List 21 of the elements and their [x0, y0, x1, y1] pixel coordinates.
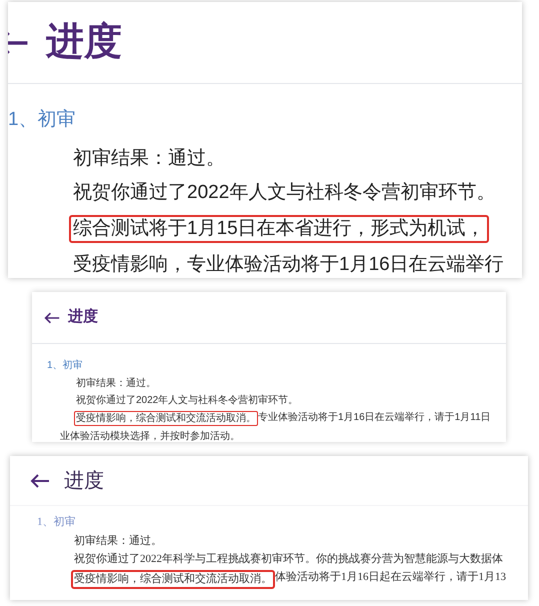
highlighted-text: 综合测试将于1月15日在本省进行，形式为机试，: [69, 214, 489, 242]
body-text: 受疫情影响，专业体验活动将于1月16日在云端举行: [73, 252, 504, 276]
body-text: 祝贺你通过了2022年人文与社科冬令营初审环节。: [73, 180, 496, 204]
section-heading: 1、初审: [8, 108, 77, 132]
body-text: 体验活动将于1月16日起在云端举行，请于1月13: [275, 570, 506, 584]
highlighted-text: 受疫情影响，综合测试和交流活动取消。: [74, 411, 258, 426]
body-text: 专业体验活动将于1月16日在云端举行，请于1月11日: [258, 411, 491, 425]
back-arrow-icon[interactable]: [44, 312, 60, 324]
back-arrow-icon[interactable]: [30, 474, 50, 488]
body-text: 业体验活动模块选择，并按时参加活动。: [60, 430, 240, 442]
body-text: 初审结果：通过。: [76, 377, 156, 390]
body-text: 祝贺你通过了2022年科学与工程挑战赛初审环节。你的挑战赛分营为智慧能源与大数据体: [74, 552, 503, 566]
body-text: 初审结果：通过。: [74, 534, 162, 548]
body-text: 初审结果：通过。: [73, 146, 225, 170]
section-heading: 1、初审: [47, 358, 84, 373]
highlighted-text: 受疫情影响，综合测试和交流活动取消。: [71, 570, 275, 588]
section-heading: 1、初审: [37, 514, 76, 530]
page-title: 进度: [64, 468, 104, 494]
page-title: 进度: [46, 20, 122, 65]
page-title: 进度: [68, 307, 98, 328]
body-text: 祝贺你通过了2022年人文与社科冬令营初审环节。: [76, 394, 298, 407]
